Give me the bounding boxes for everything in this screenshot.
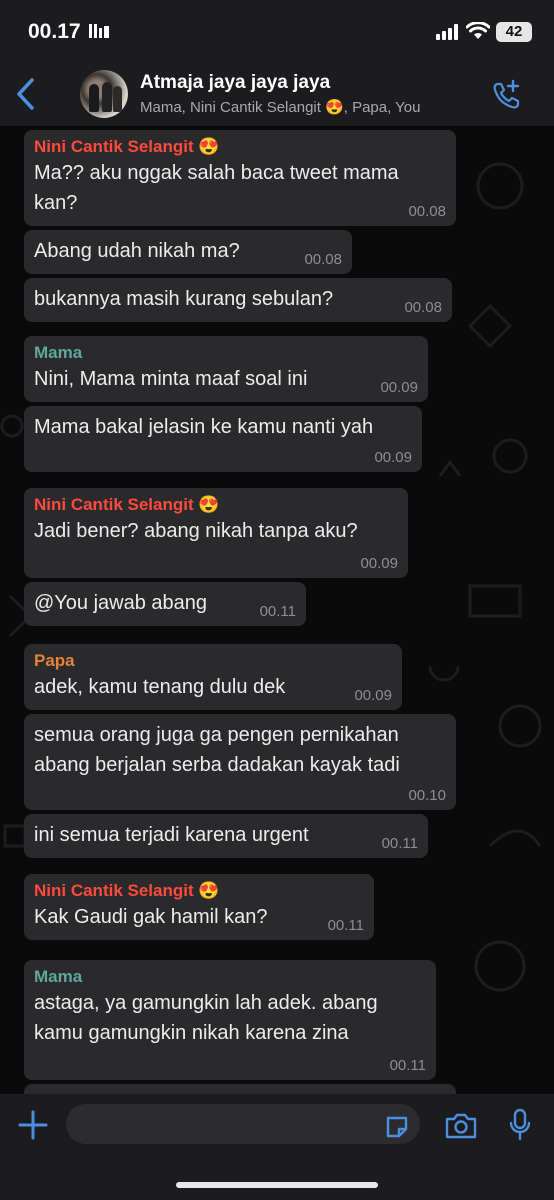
message-time: 00.11 — [381, 835, 418, 852]
message-sender: Papa — [34, 651, 75, 670]
message-time: 00.09 — [374, 449, 412, 466]
message-list[interactable]: Nini Cantik Selangit 😍 Ma?? aku nggak sa… — [0, 126, 554, 1094]
message-bubble-partial[interactable] — [24, 1084, 456, 1094]
message-text: bukannya masih kurang sebulan? — [34, 288, 334, 310]
message-text: Jadi bener? abang nikah tanpa aku? — [34, 520, 358, 542]
group-avatar[interactable] — [80, 70, 128, 118]
message-time: 00.11 — [389, 1057, 426, 1074]
message-sender: Mama — [34, 343, 83, 362]
message-text: Nini, Mama minta maaf soal ini — [34, 368, 308, 390]
wifi-icon — [465, 21, 491, 45]
message-text: ini semua terjadi karena urgent — [34, 824, 309, 846]
message-sender: Nini Cantik Selangit 😍 — [34, 495, 220, 514]
message-text: Kak Gaudi gak hamil kan? — [34, 906, 268, 928]
message-time: 00.08 — [404, 299, 442, 316]
message-sender: Mama — [34, 967, 83, 986]
message-bubble[interactable]: Mama bakal jelasin ke kamu nanti yah 00.… — [24, 406, 422, 472]
status-bar: 00.17 42 — [0, 0, 554, 62]
status-time: 00.17 — [28, 20, 81, 43]
battery-indicator: 42 — [496, 22, 532, 42]
message-bubble[interactable]: Papa adek, kamu tenang dulu dek 00.09 — [24, 644, 402, 710]
chevron-left-icon[interactable] — [14, 76, 38, 117]
message-text: semua orang juga ga pengen pernikahan ab… — [34, 724, 400, 776]
message-time: 00.10 — [408, 787, 446, 804]
cellular-signal-icon — [436, 24, 460, 45]
message-text: Mama bakal jelasin ke kamu nanti yah — [34, 416, 374, 438]
plus-icon[interactable] — [16, 1108, 50, 1147]
message-bubble[interactable]: Mama astaga, ya gamungkin lah adek. aban… — [24, 960, 436, 1080]
message-time: 00.11 — [327, 917, 364, 934]
message-time: 00.11 — [259, 603, 296, 620]
composer-bar — [0, 1094, 554, 1200]
home-indicator — [176, 1182, 378, 1188]
message-time: 00.08 — [304, 251, 342, 268]
message-time: 00.09 — [354, 687, 392, 704]
add-call-icon[interactable] — [490, 78, 524, 117]
message-time: 00.08 — [408, 203, 446, 220]
recording-icon — [88, 22, 110, 45]
message-text: astaga, ya gamungkin lah adek. abang kam… — [34, 992, 378, 1044]
sticker-icon[interactable] — [384, 1114, 410, 1145]
message-bubble[interactable]: Nini Cantik Selangit 😍 Kak Gaudi gak ham… — [24, 874, 374, 940]
message-sender: Nini Cantik Selangit 😍 — [34, 881, 220, 900]
message-bubble[interactable]: ini semua terjadi karena urgent 00.11 — [24, 814, 428, 858]
message-bubble[interactable]: Nini Cantik Selangit 😍 Jadi bener? abang… — [24, 488, 408, 578]
microphone-icon[interactable] — [508, 1108, 532, 1147]
group-members[interactable]: Mama, Nini Cantik Selangit 😍, Papa, You — [140, 98, 421, 116]
message-text: Abang udah nikah ma? — [34, 240, 240, 262]
group-title[interactable]: Atmaja jaya jaya jaya — [140, 72, 330, 94]
chat-header: Atmaja jaya jaya jaya Mama, Nini Cantik … — [0, 62, 554, 126]
camera-icon[interactable] — [444, 1112, 478, 1145]
message-bubble[interactable]: Abang udah nikah ma? 00.08 — [24, 230, 352, 274]
message-input[interactable] — [66, 1104, 420, 1144]
message-text: adek, kamu tenang dulu dek — [34, 676, 286, 698]
message-text: @You jawab abang — [34, 592, 208, 614]
message-bubble[interactable]: Mama Nini, Mama minta maaf soal ini 00.0… — [24, 336, 428, 402]
message-bubble[interactable]: @You jawab abang 00.11 — [24, 582, 306, 626]
message-time: 00.09 — [360, 555, 398, 572]
message-bubble[interactable]: semua orang juga ga pengen pernikahan ab… — [24, 714, 456, 810]
message-time: 00.09 — [380, 379, 418, 396]
message-bubble[interactable]: Nini Cantik Selangit 😍 Ma?? aku nggak sa… — [24, 130, 456, 226]
message-text: Ma?? aku nggak salah baca tweet mama kan… — [34, 162, 399, 214]
message-bubble[interactable]: bukannya masih kurang sebulan? 00.08 — [24, 278, 452, 322]
message-sender: Nini Cantik Selangit 😍 — [34, 137, 220, 156]
